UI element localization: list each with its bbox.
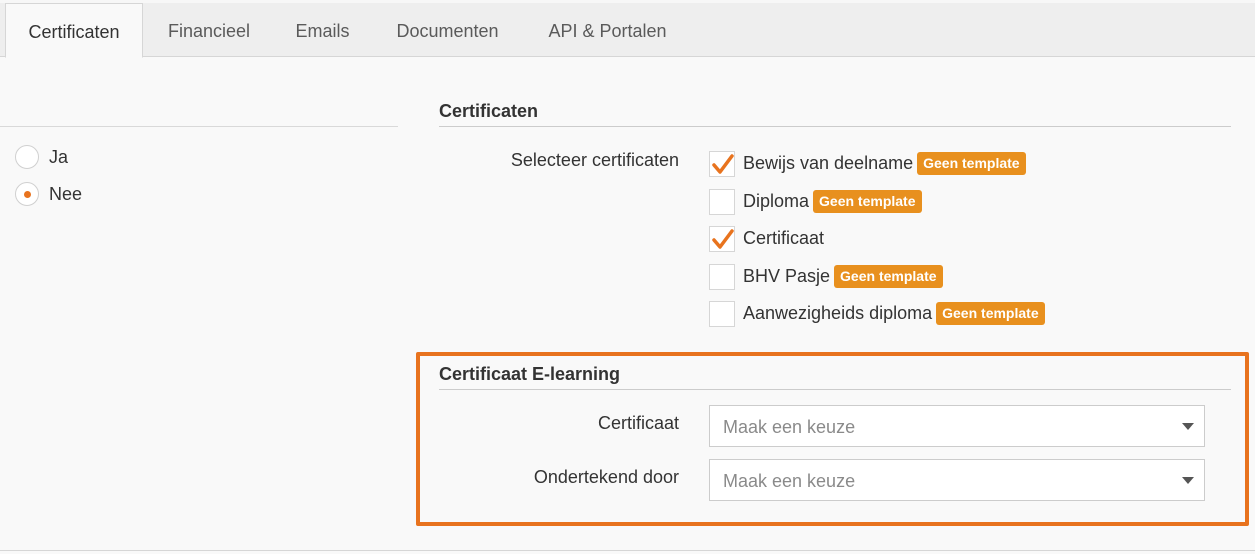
checkbox-label-aanwezigheids-diploma: Aanwezigheids diploma	[743, 303, 933, 323]
no-template-badge: Geen template	[917, 152, 1026, 175]
certificate-select-label: Certificaat	[597, 413, 679, 433]
signed-by-select[interactable]: Maak een keuze	[709, 459, 1205, 501]
checkbox-label-diploma: Diploma	[743, 191, 810, 211]
checkbox-row-bhv-pasje: BHV Pasje Geen template	[709, 263, 943, 290]
section-divider-certificaten	[439, 126, 1231, 127]
bottom-divider	[0, 550, 1255, 551]
radio-option-nee[interactable]: Nee	[15, 181, 82, 207]
caret-down-icon	[1182, 423, 1194, 430]
no-template-badge: Geen template	[834, 265, 943, 288]
checkbox-row-certificaat: Certificaat	[709, 225, 824, 252]
tab-emails[interactable]: Emails	[275, 3, 370, 57]
checkbox-row-aanwezigheids-diploma: Aanwezigheids diploma Geen template	[709, 300, 1045, 327]
checkbox-label-bhv-pasje: BHV Pasje	[743, 266, 831, 286]
check-icon	[712, 153, 734, 174]
select-certificates-label: Selecteer certificaten	[510, 150, 679, 170]
tab-documenten[interactable]: Documenten	[370, 3, 525, 57]
no-template-badge: Geen template	[813, 190, 922, 213]
signed-by-select-value: Maak een keuze	[723, 471, 856, 491]
no-template-badge: Geen template	[936, 302, 1045, 325]
checkbox-diploma[interactable]	[709, 188, 735, 215]
checkbox-row-diploma: Diploma Geen template	[709, 188, 922, 215]
certificate-select[interactable]: Maak een keuze	[709, 405, 1205, 447]
radio-label-nee: Nee	[49, 183, 83, 204]
section-title-elearning: Certificaat E-learning	[439, 364, 621, 384]
check-icon	[712, 228, 734, 249]
tab-financieel[interactable]: Financieel	[143, 3, 275, 57]
tab-certificaten[interactable]: Certificaten	[5, 3, 143, 58]
checkbox-label-certificaat: Certificaat	[743, 228, 825, 248]
section-title-certificaten: Certificaten	[439, 101, 539, 121]
checkbox-certificaat[interactable]	[709, 225, 735, 252]
left-divider	[0, 126, 398, 127]
tab-api-portalen[interactable]: API & Portalen	[525, 3, 690, 57]
tab-bar: Certificaten Financieel Emails Documente…	[0, 0, 1255, 58]
checkbox-aanwezigheids-diploma[interactable]	[709, 300, 735, 327]
radio-option-ja[interactable]: Ja	[15, 144, 68, 170]
certificate-select-value: Maak een keuze	[723, 417, 856, 437]
checkbox-bhv-pasje[interactable]	[709, 263, 735, 290]
radio-label-ja: Ja	[49, 146, 69, 167]
checkbox-label-bewijs-van-deelname: Bewijs van deelname	[743, 153, 914, 173]
checkbox-bewijs-van-deelname[interactable]	[709, 150, 735, 177]
checkbox-row-bewijs-van-deelname: Bewijs van deelname Geen template	[709, 150, 1026, 177]
signed-by-select-label: Ondertekend door	[533, 467, 679, 487]
radio-button-nee[interactable]	[15, 182, 39, 206]
caret-down-icon	[1182, 477, 1194, 484]
section-divider-elearning	[439, 389, 1231, 390]
radio-button-ja[interactable]	[15, 145, 39, 169]
